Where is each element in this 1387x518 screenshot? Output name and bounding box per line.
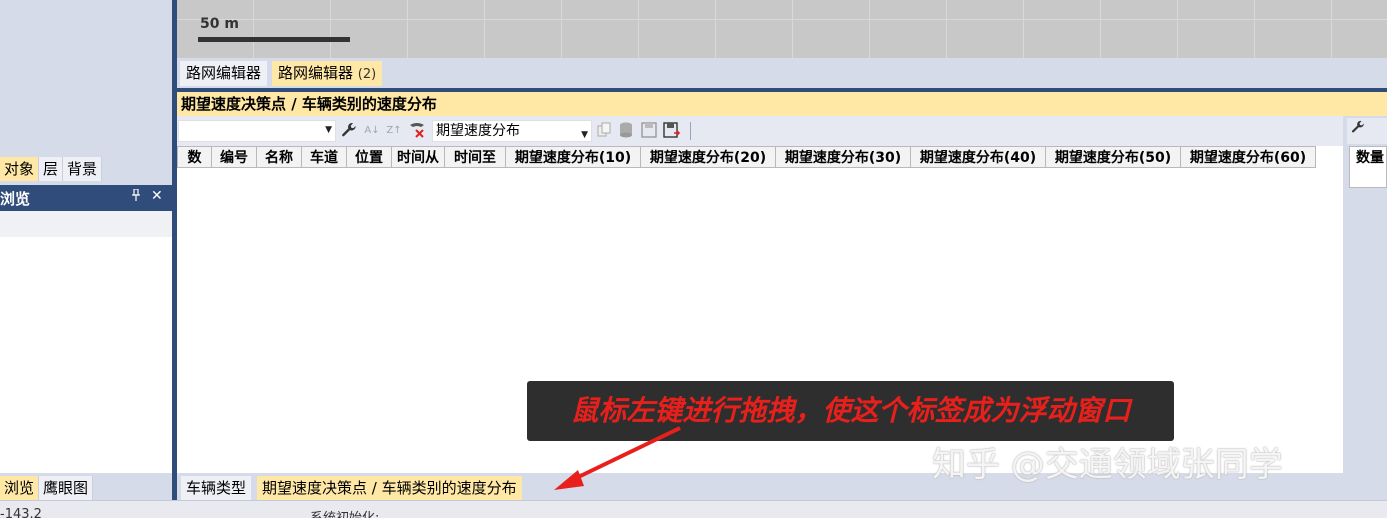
column-header-speed-dist-30[interactable]: 期望速度分布(30) <box>776 146 911 168</box>
tab-network-editor[interactable]: 路网编辑器 <box>180 61 268 86</box>
attribute-dropdown[interactable]: 期望速度分布 ▼ <box>432 120 592 142</box>
database-icon[interactable] <box>617 122 635 140</box>
save-icon[interactable] <box>640 122 658 140</box>
right-column-header[interactable]: 数量 <box>1356 147 1384 169</box>
tab-layers[interactable]: 层 <box>39 157 64 181</box>
right-toolbar <box>1347 118 1387 144</box>
wrench-icon[interactable] <box>1351 120 1365 138</box>
column-header-speed-dist-20[interactable]: 期望速度分布(20) <box>641 146 776 168</box>
browse-window-titlebar: 浏览 ✕ <box>0 185 172 211</box>
close-icon[interactable]: ✕ <box>151 188 163 204</box>
column-header-id[interactable]: 编号 <box>212 146 257 168</box>
column-header-speed-dist-50[interactable]: 期望速度分布(50) <box>1046 146 1181 168</box>
toolbar-separator <box>690 122 691 140</box>
right-list-panel: 数量 <box>1343 116 1387 473</box>
tab-network-editor-label: 路网编辑器 <box>186 64 262 82</box>
attribute-dropdown-value: 期望速度分布 <box>436 123 520 139</box>
filter-dropdown[interactable]: ▼ <box>178 120 336 142</box>
map-scale-bar <box>198 37 350 42</box>
save-export-icon[interactable] <box>663 122 681 140</box>
copy-icon[interactable] <box>595 122 613 140</box>
network-map-view[interactable] <box>177 0 1387 58</box>
wrench-icon[interactable] <box>340 122 358 140</box>
browse-toolbar-strip <box>0 211 172 237</box>
chevron-down-icon: ▼ <box>325 125 332 135</box>
column-header-speed-dist-40[interactable]: 期望速度分布(40) <box>911 146 1046 168</box>
list-toolbar: ▼ A↓ Z↑ 期望速度分布 ▼ <box>177 116 1343 146</box>
tab-network-editor-2-label: 路网编辑器 <box>278 64 354 82</box>
column-header-time-to[interactable]: 时间至 <box>445 146 506 168</box>
annotation-arrow-icon <box>554 426 681 490</box>
watermark: 知乎 @交通领域张同学 <box>932 445 1283 485</box>
column-header-speed-dist-60[interactable]: 期望速度分布(60) <box>1181 146 1316 168</box>
column-header-lane[interactable]: 车道 <box>302 146 347 168</box>
column-header-count[interactable]: 数 <box>177 146 212 168</box>
tab-overview-map[interactable]: 鹰眼图 <box>39 476 94 500</box>
grid-header-row: 数 编号 名称 车道 位置 时间从 时间至 期望速度分布(10) 期望速度分布(… <box>177 146 1316 168</box>
tab-count: (2) <box>357 67 377 82</box>
status-coordinate: -143.2 <box>0 507 42 518</box>
sort-desc-icon[interactable]: Z↑ <box>385 122 403 140</box>
pin-icon[interactable] <box>131 188 141 204</box>
tab-desired-speed-decisions[interactable]: 期望速度决策点 / 车辆类别的速度分布 <box>257 476 522 500</box>
browse-window-title: 浏览 <box>0 190 31 208</box>
tab-network-editor-2[interactable]: 路网编辑器 (2) <box>272 61 383 86</box>
tab-vehicle-types[interactable]: 车辆类型 <box>181 476 252 500</box>
list-panel-title: 期望速度决策点 / 车辆类别的速度分布 <box>177 92 1387 116</box>
column-header-name[interactable]: 名称 <box>257 146 302 168</box>
map-scale-label: 50 m <box>200 16 239 32</box>
left-bottom-tab-strip: 浏览 鹰眼图 <box>0 476 94 500</box>
editor-tab-strip: 路网编辑器 路网编辑器 (2) <box>177 58 1387 88</box>
right-grid[interactable]: 数量 <box>1349 146 1387 188</box>
left-upper-tab-strip: 对象 层 背景 <box>0 157 103 181</box>
chevron-down-icon: ▼ <box>581 130 588 140</box>
left-dock-panel: 对象 层 背景 浏览 ✕ 浏览 鹰眼图 <box>0 0 174 500</box>
status-message: 系统初始化: <box>310 507 379 518</box>
tab-browse[interactable]: 浏览 <box>0 476 40 500</box>
tab-objects[interactable]: 对象 <box>0 157 40 181</box>
filter-clear-icon[interactable] <box>408 122 426 140</box>
status-bar: -143.2 系统初始化: <box>0 500 1387 518</box>
browse-content-area <box>0 237 172 473</box>
sort-asc-icon[interactable]: A↓ <box>363 122 381 140</box>
column-header-time-from[interactable]: 时间从 <box>392 146 445 168</box>
tab-background[interactable]: 背景 <box>63 157 103 181</box>
column-header-position[interactable]: 位置 <box>347 146 392 168</box>
column-header-speed-dist-10[interactable]: 期望速度分布(10) <box>506 146 641 168</box>
